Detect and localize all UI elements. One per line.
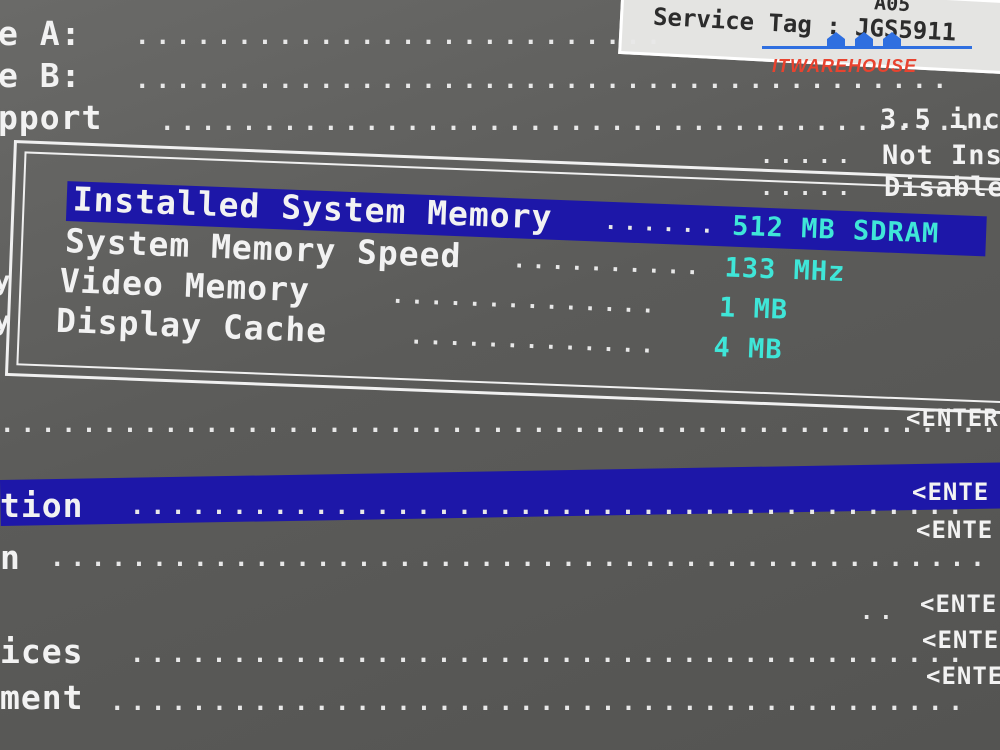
menu-row-enter[interactable]: <ENTE [926,662,1000,690]
menu-row-enter[interactable]: <ENTE [922,626,999,654]
menu-row-enter[interactable]: <ENTER [906,404,999,432]
menu-row-label[interactable]: tion [0,486,83,525]
leader-dots: ...... [603,209,721,240]
menu-row-enter[interactable]: <ENTE [916,516,993,544]
leader-dots: ........................................… [0,410,1000,438]
menu-row-label[interactable]: ices [0,632,83,671]
menu-row-enter[interactable]: <ENTE [912,478,989,506]
diskette-size-value: 3.5 inch [880,104,1000,135]
leader-dots: ........................................… [50,544,991,572]
leader-dots: ........................................ [135,66,953,94]
drive-a-label: e A: [0,14,82,53]
menu-row-label[interactable]: n [0,538,21,577]
leader-dots: ........................................… [110,688,969,716]
menu-row-label[interactable]: ment [0,678,83,717]
video-memory-value: 1 MB [718,292,789,326]
house-icon [827,32,901,48]
menu-row-enter[interactable]: <ENTE [920,590,997,618]
leader-dots: ........................................… [160,108,999,136]
leader-dots: ........................................… [130,492,969,520]
display-cache-value: 4 MB [712,332,784,366]
drive-b-label: e B: [0,56,82,95]
memory-speed-value: 133 MHz [724,252,846,288]
not-installed-value: Not Inst [882,140,1000,171]
leader-dots: .. [860,600,899,625]
leader-dots: .......................... [135,22,667,50]
leader-dots: ........................................… [130,640,969,668]
memory-info-popup: Installed System Memory ...... 512 MB SD… [4,140,1000,416]
leader-dots: ..... [760,144,857,169]
bios-screen: A05 Service Tag : JGS5911 ITWAREHOUSE e … [0,0,1000,750]
support-label: pport [0,98,103,137]
